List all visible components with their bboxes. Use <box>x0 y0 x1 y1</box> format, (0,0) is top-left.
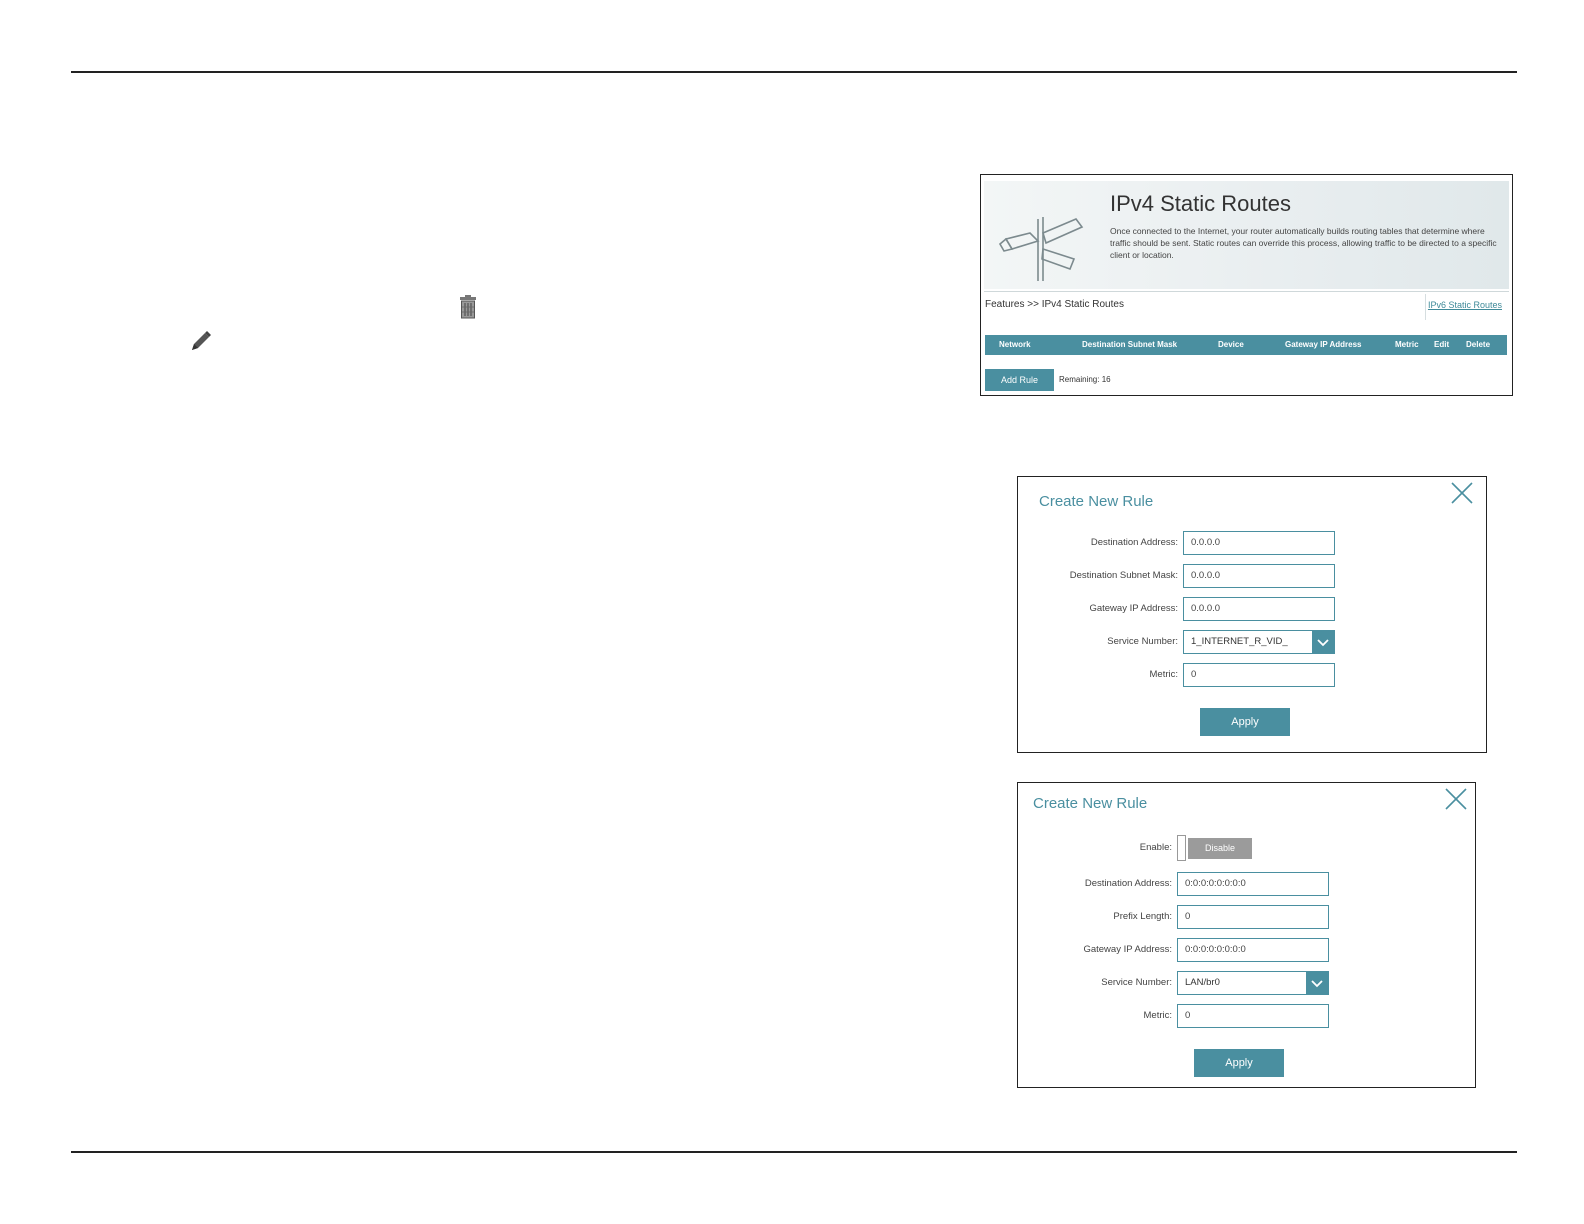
link-divider <box>1425 294 1426 320</box>
toggle-knob <box>1177 835 1186 861</box>
dialog-title: Create New Rule <box>1033 795 1148 812</box>
gateway-ip-input[interactable]: 0:0:0:0:0:0:0:0 <box>1177 938 1329 962</box>
table-header: Network Destination Subnet Mask Device G… <box>985 335 1507 355</box>
signpost-icon <box>998 217 1084 281</box>
toggle-state-label: Disable <box>1188 838 1252 859</box>
remaining-count: Remaining: 16 <box>1059 375 1111 384</box>
add-rule-button[interactable]: Add Rule <box>985 369 1054 391</box>
column-header-device: Device <box>1218 340 1244 349</box>
column-header-gateway-ip: Gateway IP Address <box>1285 340 1362 349</box>
create-rule-dialog-ipv6: Create New Rule Enable: Disable Destinat… <box>1017 782 1476 1088</box>
create-rule-dialog-ipv4: Create New Rule Destination Address: 0.0… <box>1017 476 1487 753</box>
breadcrumb: Features >> IPv4 Static Routes <box>985 299 1124 310</box>
metric-input[interactable]: 0 <box>1177 1004 1329 1028</box>
pencil-icon <box>192 331 211 350</box>
metric-label: Metric: <box>1143 1010 1173 1021</box>
gateway-ip-label: Gateway IP Address: <box>1083 944 1172 955</box>
gateway-ip-input[interactable]: 0.0.0.0 <box>1183 597 1335 621</box>
column-header-destination-subnet-mask: Destination Subnet Mask <box>1082 340 1178 349</box>
enable-toggle[interactable]: Disable <box>1177 835 1253 861</box>
service-number-select[interactable]: 1_INTERNET_R_VID_ <box>1183 630 1335 654</box>
dialog-title: Create New Rule <box>1039 493 1154 510</box>
bottom-divider <box>71 1151 1517 1153</box>
ipv6-static-routes-link[interactable]: IPv6 Static Routes <box>1428 300 1502 310</box>
gateway-ip-label: Gateway IP Address: <box>1089 603 1178 614</box>
chevron-down-icon <box>1306 972 1328 994</box>
destination-subnet-mask-input[interactable]: 0.0.0.0 <box>1183 564 1335 588</box>
page-description: Once connected to the Internet, your rou… <box>1110 226 1497 260</box>
enable-label: Enable: <box>1139 842 1172 853</box>
close-icon[interactable] <box>1444 787 1468 811</box>
column-header-network: Network <box>999 340 1031 349</box>
service-number-value: 1_INTERNET_R_VID_ <box>1191 636 1288 647</box>
close-icon[interactable] <box>1450 481 1474 505</box>
prefix-length-label: Prefix Length: <box>1113 911 1172 922</box>
page-title: IPv4 Static Routes <box>1110 191 1291 216</box>
service-number-value: LAN/br0 <box>1185 977 1220 988</box>
metric-input[interactable]: 0 <box>1183 663 1335 687</box>
prefix-length-input[interactable]: 0 <box>1177 905 1329 929</box>
destination-address-input[interactable]: 0:0:0:0:0:0:0:0 <box>1177 872 1329 896</box>
routes-banner: IPv4 Static Routes Once connected to the… <box>984 181 1509 289</box>
service-number-label: Service Number: <box>1101 977 1172 988</box>
column-header-metric: Metric <box>1395 340 1419 349</box>
destination-address-input[interactable]: 0.0.0.0 <box>1183 531 1335 555</box>
metric-label: Metric: <box>1149 669 1179 680</box>
service-number-label: Service Number: <box>1107 636 1178 647</box>
chevron-down-icon <box>1312 631 1334 653</box>
column-header-delete: Delete <box>1466 340 1491 349</box>
column-header-edit: Edit <box>1434 340 1450 349</box>
ipv4-static-routes-panel: IPv4 Static Routes Once connected to the… <box>980 174 1513 396</box>
destination-address-label: Destination Address: <box>1084 878 1172 889</box>
destination-address-label: Destination Address: <box>1090 537 1178 548</box>
banner-divider <box>984 291 1509 292</box>
apply-button[interactable]: Apply <box>1200 708 1290 736</box>
apply-button[interactable]: Apply <box>1194 1049 1284 1077</box>
top-divider <box>71 71 1517 73</box>
service-number-select[interactable]: LAN/br0 <box>1177 971 1329 995</box>
trash-icon <box>460 295 476 319</box>
destination-subnet-mask-label: Destination Subnet Mask: <box>1069 570 1178 581</box>
